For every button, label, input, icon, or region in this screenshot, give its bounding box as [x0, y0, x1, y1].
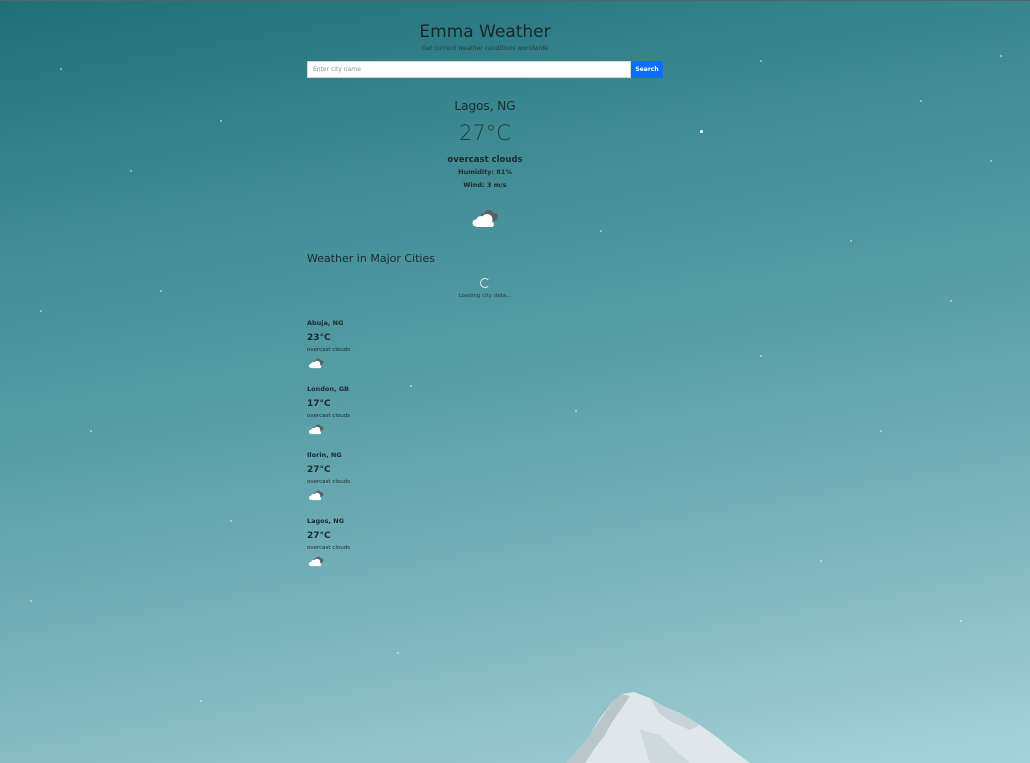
city-card-name: Abuja, NG [307, 319, 344, 327]
city-card-description: overcast clouds [307, 545, 351, 551]
city-card-temp: 27°C [307, 531, 331, 541]
weather-app: Emma Weather Get current weather conditi… [307, 20, 663, 582]
current-description: overcast clouds [447, 155, 523, 165]
city-card[interactable]: Abuja, NG 23°C overcast clouds [307, 318, 663, 384]
city-card[interactable]: Lagos, NG 27°C overcast clouds [307, 516, 663, 582]
city-card-temp: 23°C [307, 333, 331, 343]
city-search-input[interactable] [307, 61, 631, 78]
overcast-clouds-icon [472, 210, 498, 227]
city-card-description: overcast clouds [307, 413, 351, 419]
current-weather-panel: Lagos, NG 27°C overcast clouds Humidity:… [307, 98, 663, 234]
overcast-clouds-icon [308, 556, 324, 567]
spinner-icon [480, 278, 490, 288]
city-card-name: Lagos, NG [307, 517, 345, 525]
overcast-clouds-icon [308, 358, 324, 369]
city-card-name: London, GB [307, 385, 350, 393]
current-temperature: 27°C [459, 121, 511, 145]
city-card-temp: 27°C [307, 465, 331, 475]
app-title: Emma Weather [419, 22, 551, 42]
overcast-clouds-icon [308, 490, 324, 501]
city-card[interactable]: London, GB 17°C overcast clouds [307, 384, 663, 450]
loading-text: Loading city data... [458, 293, 512, 299]
search-button[interactable]: Search [631, 61, 663, 78]
city-card-description: overcast clouds [307, 347, 351, 353]
city-card-temp: 17°C [307, 399, 331, 409]
city-card-name: Ilorin, NG [307, 451, 342, 459]
city-card-description: overcast clouds [307, 479, 351, 485]
app-subtitle: Get current weather conditions worldwide [421, 45, 549, 52]
current-city-name: Lagos, NG [454, 99, 516, 113]
current-humidity: Humidity: 81% [458, 168, 512, 176]
loading-indicator: Loading city data... [307, 278, 663, 300]
app-header: Emma Weather Get current weather conditi… [307, 20, 663, 54]
city-card[interactable]: Ilorin, NG 27°C overcast clouds [307, 450, 663, 516]
major-cities-heading: Weather in Major Cities [307, 252, 435, 265]
search-bar: Search [307, 61, 663, 78]
current-wind: Wind: 3 m/s [463, 181, 507, 189]
city-list: Abuja, NG 23°C overcast clouds London, G… [307, 318, 663, 582]
overcast-clouds-icon [308, 424, 324, 435]
